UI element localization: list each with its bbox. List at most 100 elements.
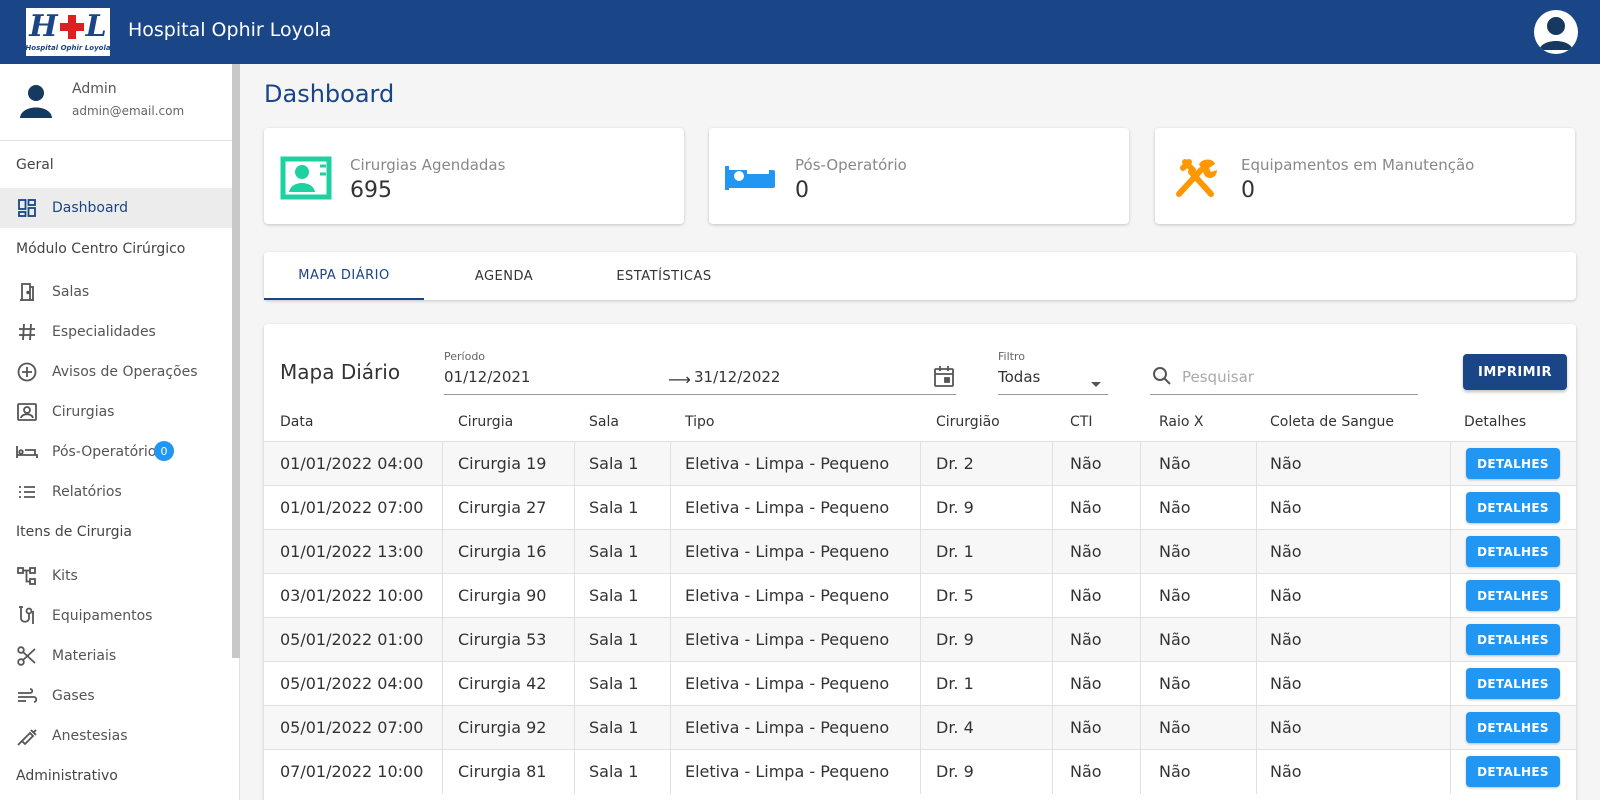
person-frame-icon xyxy=(16,402,38,422)
sidebar-item-materiais[interactable]: Materiais xyxy=(0,636,232,676)
col-header-coleta-de-sangue: Coleta de Sangue xyxy=(1270,414,1395,430)
column-divider xyxy=(1052,486,1053,530)
table-row: 03/01/2022 10:00 Cirurgia 90 Sala 1 Eletiva… xyxy=(264,573,1576,618)
column-divider xyxy=(442,486,443,530)
column-divider xyxy=(1450,442,1451,486)
table-row: 01/01/2022 04:00 Cirurgia 19 Sala 1 Eletiva… xyxy=(264,441,1576,486)
sidebar-item-kits[interactable]: Kits xyxy=(0,556,232,596)
cell-cirurgiao: Dr. 9 xyxy=(936,630,974,649)
column-divider xyxy=(442,530,443,574)
column-divider xyxy=(574,750,575,794)
table-row: 05/01/2022 01:00 Cirurgia 53 Sala 1 Eletiva… xyxy=(264,617,1576,662)
filter-select[interactable]: Todas xyxy=(998,368,1040,386)
details-button[interactable]: DETALHES xyxy=(1466,756,1560,787)
column-divider xyxy=(574,706,575,750)
column-divider xyxy=(1052,574,1053,618)
cell-raio-x: Não xyxy=(1159,674,1191,693)
cell-cirurgia: Cirurgia 90 xyxy=(458,586,547,605)
tab-estatisticas[interactable]: ESTATÍSTICAS xyxy=(584,252,744,300)
cell-tipo: Eletiva - Limpa - Pequeno xyxy=(685,586,890,605)
column-divider xyxy=(442,618,443,662)
sidebar-item-avisos-de-operacoes[interactable]: Avisos de Operações xyxy=(0,352,232,392)
sidebar-item-gases[interactable]: Gases xyxy=(0,676,232,716)
column-divider xyxy=(1140,486,1141,530)
section-centro-cirurgico: Módulo Centro Cirúrgico xyxy=(16,241,186,257)
column-divider xyxy=(1450,618,1451,662)
table-row: 05/01/2022 04:00 Cirurgia 42 Sala 1 Eletiva… xyxy=(264,661,1576,706)
cell-cti: Não xyxy=(1070,454,1102,473)
cell-coleta: Não xyxy=(1270,674,1302,693)
tab-bar: MAPA DIÁRIO AGENDA ESTATÍSTICAS xyxy=(264,252,1576,300)
sidebar-item-especialidades[interactable]: Especialidades xyxy=(0,312,232,352)
cell-coleta: Não xyxy=(1270,630,1302,649)
cell-raio-x: Não xyxy=(1159,762,1191,781)
bed-icon xyxy=(725,156,779,200)
calendar-icon[interactable] xyxy=(934,365,954,391)
details-button[interactable]: DETALHES xyxy=(1466,492,1560,523)
cell-data: 01/01/2022 07:00 xyxy=(280,498,424,517)
details-button[interactable]: DETALHES xyxy=(1466,580,1560,611)
cell-cti: Não xyxy=(1070,498,1102,517)
column-divider xyxy=(1256,574,1257,618)
column-divider xyxy=(670,662,671,706)
sidebar-item-cirurgias[interactable]: Cirurgias xyxy=(0,392,232,432)
cell-cirurgia: Cirurgia 81 xyxy=(458,762,547,781)
column-divider xyxy=(1256,442,1257,486)
page-title: Dashboard xyxy=(264,80,395,108)
sidebar-item-relatorios[interactable]: Relatórios xyxy=(0,472,232,512)
sidebar-item-salas[interactable]: Salas xyxy=(0,272,232,312)
column-divider xyxy=(1140,442,1141,486)
column-divider xyxy=(920,530,921,574)
sidebar-item-dashboard[interactable]: Dashboard xyxy=(0,188,232,228)
column-divider xyxy=(1140,618,1141,662)
column-divider xyxy=(574,574,575,618)
hospital-logo[interactable]: H L Hospital Ophir Loyola xyxy=(24,6,112,58)
search-input[interactable]: Pesquisar xyxy=(1182,368,1254,386)
cell-cirurgiao: Dr. 1 xyxy=(936,674,974,693)
tab-agenda[interactable]: AGENDA xyxy=(424,252,584,300)
sidebar-item-anestesias[interactable]: Anestesias xyxy=(0,716,232,756)
column-divider xyxy=(574,530,575,574)
period-start-input[interactable]: 01/12/2021 xyxy=(444,368,530,386)
dashboard-icon xyxy=(16,198,38,218)
col-header-sala: Sala xyxy=(589,414,619,430)
sidebar: Admin admin@email.com Geral Dashboard Mó… xyxy=(0,64,240,800)
column-divider xyxy=(1256,750,1257,794)
print-button[interactable]: IMPRIMIR xyxy=(1463,354,1567,390)
cell-sala: Sala 1 xyxy=(589,586,639,605)
period-end-input[interactable]: 31/12/2022 xyxy=(694,368,780,386)
column-divider xyxy=(1256,706,1257,750)
column-divider xyxy=(920,486,921,530)
sidebar-scrollbar[interactable] xyxy=(232,64,240,658)
cell-coleta: Não xyxy=(1270,454,1302,473)
cell-tipo: Eletiva - Limpa - Pequeno xyxy=(685,718,890,737)
panel-title: Mapa Diário xyxy=(280,360,401,384)
column-divider xyxy=(670,530,671,574)
column-divider xyxy=(670,574,671,618)
column-divider xyxy=(1140,574,1141,618)
details-button[interactable]: DETALHES xyxy=(1466,668,1560,699)
list-icon xyxy=(16,482,38,502)
cell-sala: Sala 1 xyxy=(589,674,639,693)
column-divider xyxy=(1450,706,1451,750)
column-divider xyxy=(574,486,575,530)
details-button[interactable]: DETALHES xyxy=(1466,536,1560,567)
column-divider xyxy=(920,618,921,662)
details-button[interactable]: DETALHES xyxy=(1466,624,1560,655)
cell-sala: Sala 1 xyxy=(589,454,639,473)
details-button[interactable]: DETALHES xyxy=(1466,448,1560,479)
column-divider xyxy=(1052,750,1053,794)
cell-coleta: Não xyxy=(1270,762,1302,781)
account-avatar-icon[interactable] xyxy=(1534,10,1578,54)
cell-raio-x: Não xyxy=(1159,718,1191,737)
column-divider xyxy=(1256,486,1257,530)
column-divider xyxy=(1052,618,1053,662)
col-header-data: Data xyxy=(280,414,314,430)
sidebar-item-pos-operatorio[interactable]: Pós-Operatório xyxy=(0,432,232,472)
sidebar-item-equipamentos[interactable]: Equipamentos xyxy=(0,596,232,636)
details-button[interactable]: DETALHES xyxy=(1466,712,1560,743)
tab-mapa-diario[interactable]: MAPA DIÁRIO xyxy=(264,252,424,300)
chevron-down-icon[interactable] xyxy=(1090,374,1102,393)
column-divider xyxy=(1256,530,1257,574)
cell-data: 05/01/2022 04:00 xyxy=(280,674,424,693)
